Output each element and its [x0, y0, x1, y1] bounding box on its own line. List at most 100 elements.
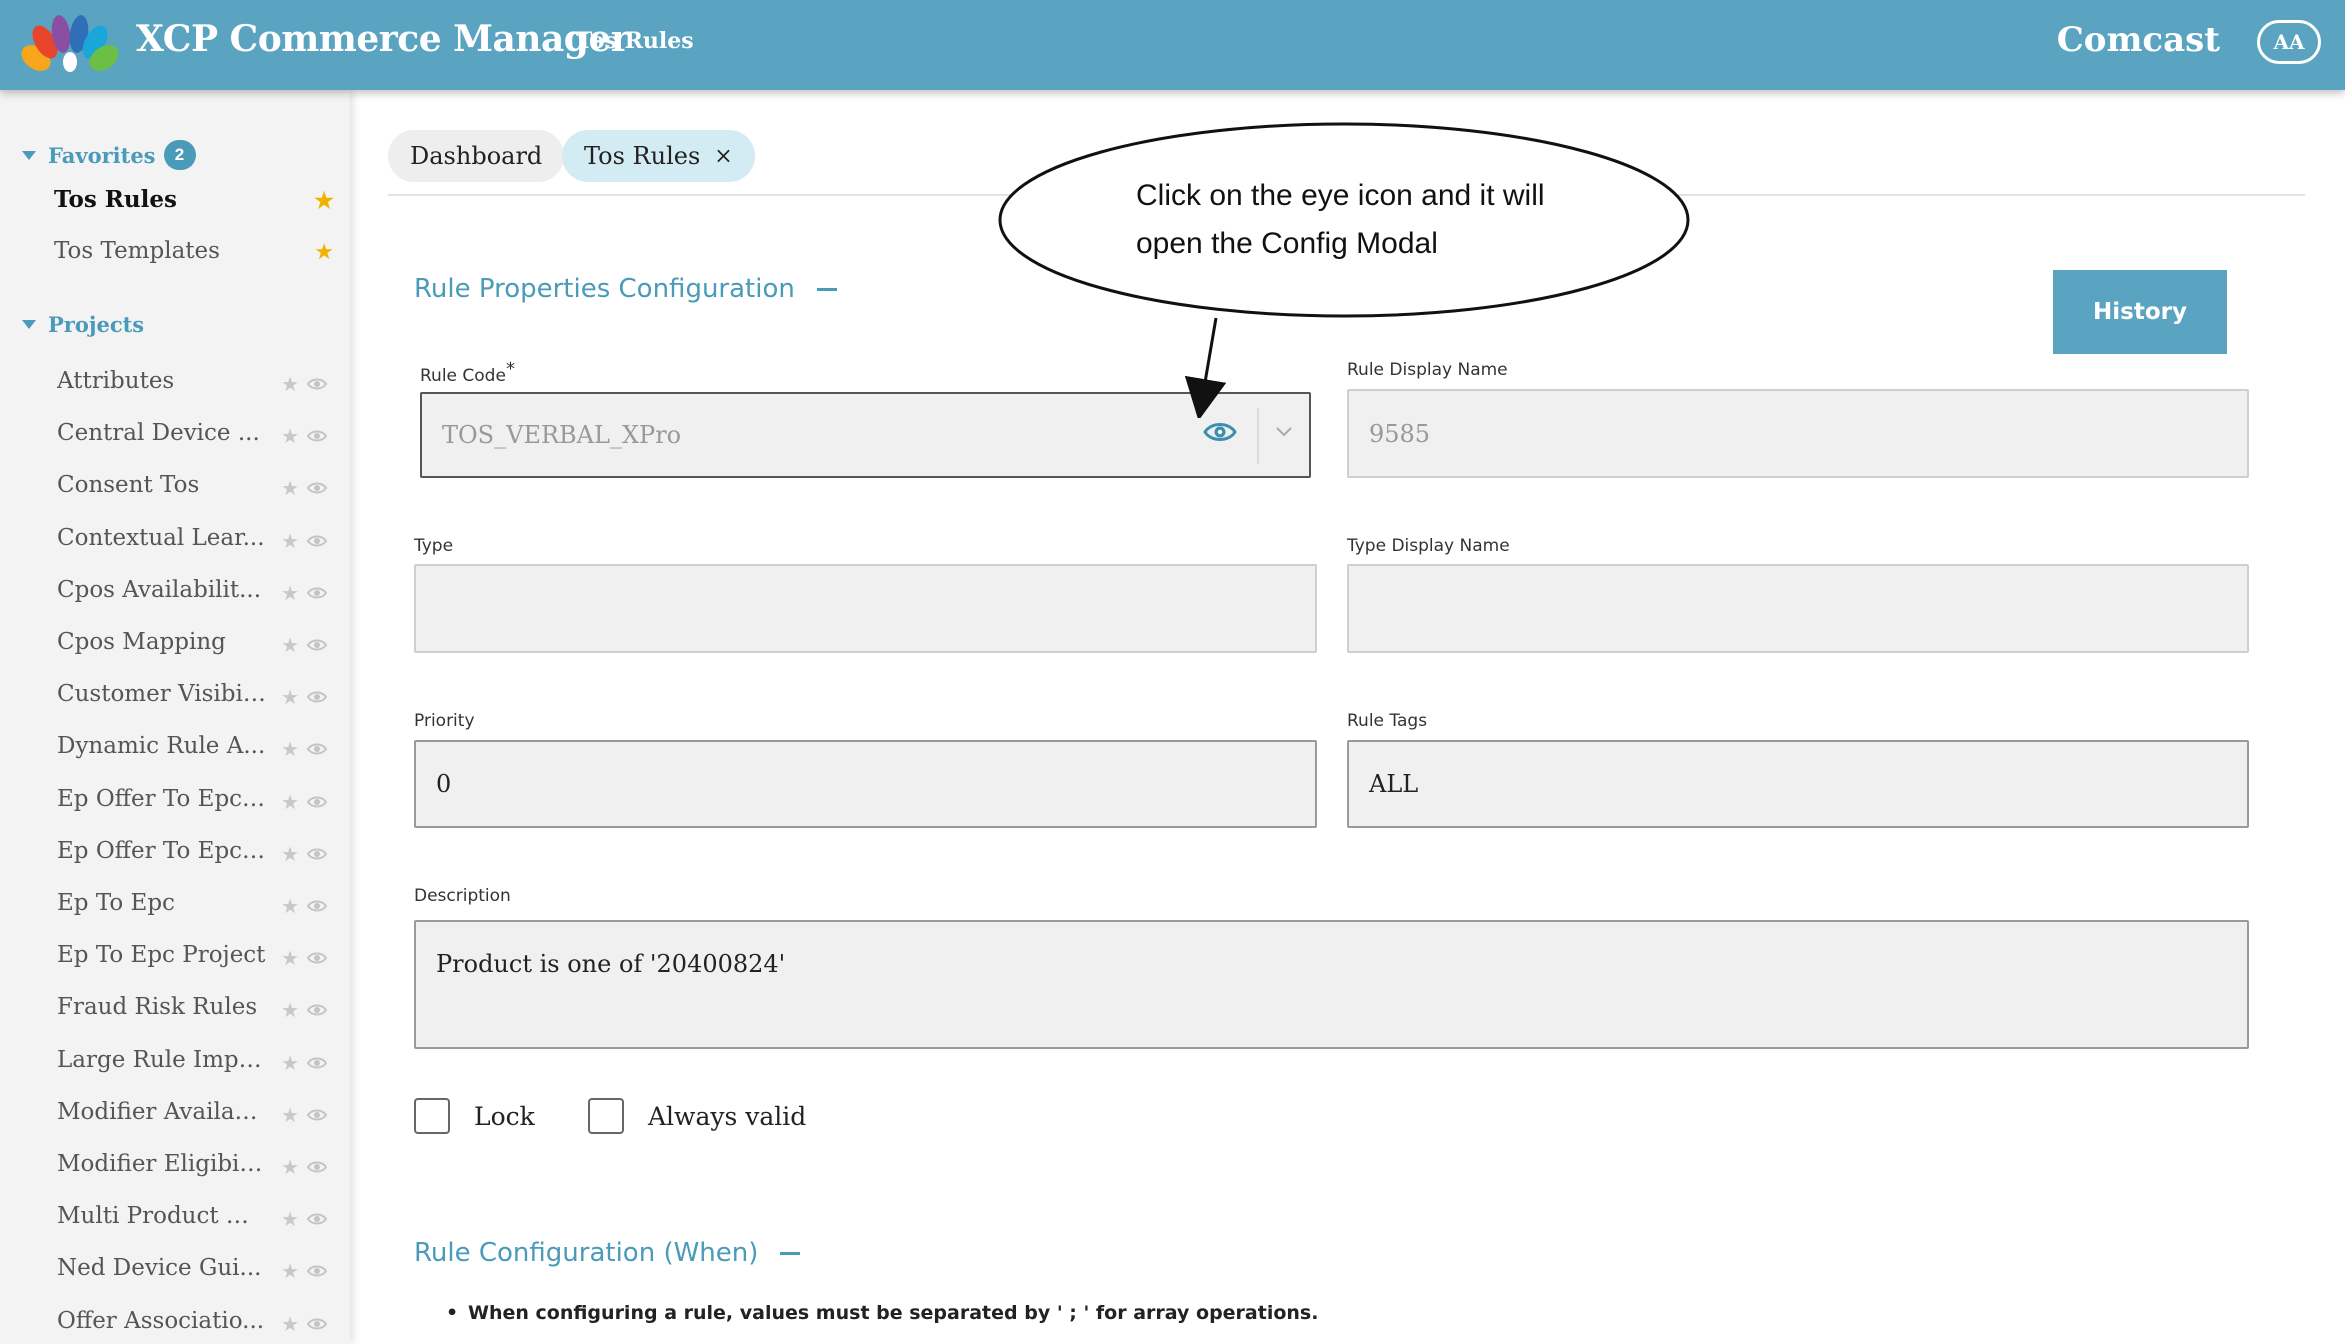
eye-icon[interactable]: [307, 1160, 327, 1174]
lock-checkbox-row[interactable]: Lock: [414, 1098, 535, 1134]
eye-icon[interactable]: [307, 847, 327, 861]
lock-checkbox[interactable]: [414, 1098, 450, 1134]
eye-icon[interactable]: [307, 377, 327, 391]
peacock-logo-icon[interactable]: [18, 10, 122, 76]
eye-icon[interactable]: [307, 795, 327, 809]
rule-tags-field[interactable]: ALL: [1347, 740, 2249, 828]
sidebar-project-label: Ep To Epc: [57, 890, 175, 916]
sidebar-project-item[interactable]: Contextual Lear... ★: [57, 525, 337, 565]
description-textarea[interactable]: Product is one of '20400824': [414, 920, 2249, 1049]
sidebar-project-item[interactable]: Consent Tos ★: [57, 472, 337, 512]
favorites-count-badge: 2: [163, 140, 196, 170]
rule-properties-section-header[interactable]: Rule Properties Configuration: [414, 274, 837, 304]
eye-icon[interactable]: [307, 1056, 327, 1070]
star-icon[interactable]: ★: [281, 998, 299, 1022]
eye-icon[interactable]: [307, 1003, 327, 1017]
favorite-item-tos-rules[interactable]: Tos Rules ★: [54, 186, 334, 214]
favorite-item-tos-templates[interactable]: Tos Templates ★: [54, 238, 334, 265]
star-icon[interactable]: ★: [314, 188, 334, 214]
user-avatar[interactable]: AA: [2257, 20, 2321, 64]
tab-dashboard[interactable]: Dashboard: [388, 130, 565, 182]
eye-icon[interactable]: [307, 899, 327, 913]
eye-icon[interactable]: [307, 638, 327, 652]
star-icon[interactable]: ★: [281, 633, 299, 657]
collapse-icon[interactable]: [780, 1251, 801, 1255]
sidebar-project-item[interactable]: Cpos Availabilit... ★: [57, 577, 337, 617]
star-icon[interactable]: ★: [281, 685, 299, 709]
priority-label: Priority: [414, 711, 475, 731]
sidebar-project-item[interactable]: Dynamic Rule A... ★: [57, 733, 337, 773]
collapse-icon[interactable]: [816, 287, 837, 291]
sidebar-project-item[interactable]: Ep To Epc ★: [57, 890, 337, 930]
app-title[interactable]: XCP Commerce Manager: [136, 18, 630, 60]
sidebar-project-item[interactable]: Central Device ... ★: [57, 420, 337, 460]
star-icon[interactable]: ★: [281, 1259, 299, 1283]
annotation-callout: [998, 122, 1690, 418]
star-icon[interactable]: ★: [281, 842, 299, 866]
star-icon[interactable]: ★: [281, 894, 299, 918]
sidebar-project-item[interactable]: Ned Device Gui... ★: [57, 1255, 337, 1295]
always-valid-checkbox-row[interactable]: Always valid: [588, 1098, 806, 1134]
sidebar-project-item[interactable]: Attributes ★: [57, 368, 337, 408]
star-icon[interactable]: ★: [281, 476, 299, 500]
project-actions: ★: [281, 1051, 327, 1075]
project-actions: ★: [281, 529, 327, 553]
eye-icon[interactable]: [307, 742, 327, 756]
sidebar-project-item[interactable]: Modifier Eligibility ★: [57, 1151, 337, 1191]
eye-icon[interactable]: [307, 1108, 327, 1122]
star-icon[interactable]: ★: [281, 372, 299, 396]
sidebar-project-item[interactable]: Multi Product Di... ★: [57, 1203, 337, 1243]
tab-label: Dashboard: [410, 142, 543, 170]
star-icon[interactable]: ★: [281, 946, 299, 970]
sidebar-project-item[interactable]: Large Rule Import ★: [57, 1047, 337, 1087]
sidebar-project-item[interactable]: Ep Offer To Epc ... ★: [57, 838, 337, 878]
projects-header[interactable]: Projects: [22, 312, 144, 337]
always-valid-checkbox[interactable]: [588, 1098, 624, 1134]
sidebar-project-label: Attributes: [57, 368, 175, 394]
star-icon[interactable]: ★: [281, 424, 299, 448]
star-icon[interactable]: ★: [281, 1207, 299, 1231]
eye-icon[interactable]: [307, 429, 327, 443]
favorites-header[interactable]: Favorites 2: [22, 140, 196, 170]
sidebar-project-item[interactable]: Offer Associatio... ★: [57, 1308, 337, 1344]
eye-icon[interactable]: [307, 586, 327, 600]
sidebar-project-item[interactable]: Ep To Epc Project ★: [57, 942, 337, 982]
sidebar-project-label: Cpos Availabilit...: [57, 576, 262, 603]
eye-icon[interactable]: [1203, 420, 1237, 444]
type-field[interactable]: [414, 564, 1317, 653]
star-icon[interactable]: ★: [281, 1103, 299, 1127]
eye-icon[interactable]: [307, 534, 327, 548]
annotation-text: Click on the eye icon and it will open t…: [1136, 179, 1545, 260]
sidebar-project-item[interactable]: Modifier Availab... ★: [57, 1099, 337, 1139]
sidebar-project-item[interactable]: Cpos Mapping ★: [57, 629, 337, 669]
history-button[interactable]: History: [2053, 270, 2227, 354]
sidebar-project-item[interactable]: Ep Offer To Epc ... ★: [57, 786, 337, 826]
required-marker: *: [505, 358, 515, 380]
eye-icon[interactable]: [307, 481, 327, 495]
type-display-name-field[interactable]: [1347, 564, 2249, 653]
eye-icon[interactable]: [307, 1264, 327, 1278]
sidebar-project-item[interactable]: Customer Visibility ★: [57, 681, 337, 721]
favorite-item-label: Tos Templates: [54, 238, 220, 264]
eye-icon[interactable]: [307, 690, 327, 704]
eye-icon[interactable]: [307, 951, 327, 965]
star-icon[interactable]: ★: [314, 240, 334, 265]
star-icon[interactable]: ★: [281, 737, 299, 761]
section-title: Rule Properties Configuration: [414, 274, 795, 304]
chevron-down-icon[interactable]: [1275, 426, 1293, 438]
star-icon[interactable]: ★: [281, 1312, 299, 1336]
tab-tos-rules[interactable]: Tos Rules ×: [562, 130, 755, 182]
priority-field[interactable]: 0: [414, 740, 1317, 828]
star-icon[interactable]: ★: [281, 1051, 299, 1075]
eye-icon[interactable]: [307, 1317, 327, 1331]
rule-code-value: TOS_VERBAL_XPro: [442, 421, 682, 449]
sidebar-project-item[interactable]: Fraud Risk Rules ★: [57, 994, 337, 1034]
star-icon[interactable]: ★: [281, 1155, 299, 1179]
star-icon[interactable]: ★: [281, 790, 299, 814]
rule-configuration-section-header[interactable]: Rule Configuration (When): [414, 1238, 801, 1268]
star-icon[interactable]: ★: [281, 529, 299, 553]
close-icon[interactable]: ×: [714, 144, 732, 169]
star-icon[interactable]: ★: [281, 581, 299, 605]
eye-icon[interactable]: [307, 1212, 327, 1226]
sidebar-project-label: Customer Visibility: [57, 681, 267, 708]
